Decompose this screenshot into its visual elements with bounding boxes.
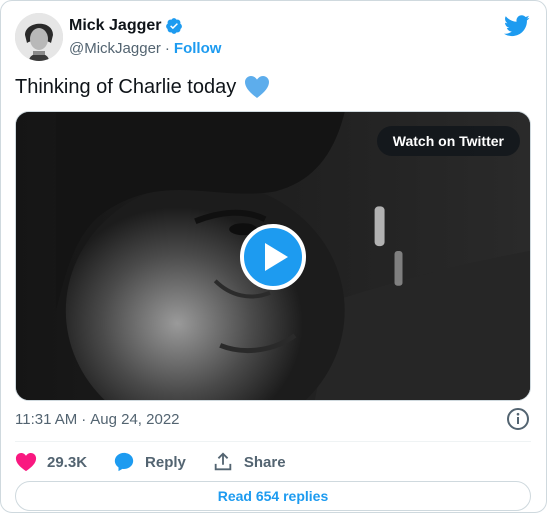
divider — [15, 441, 531, 442]
like-count: 29.3K — [47, 453, 88, 471]
share-icon — [214, 452, 232, 471]
read-replies-button[interactable]: Read 654 replies — [15, 481, 531, 511]
like-button[interactable]: 29.3K — [15, 451, 87, 473]
play-icon[interactable] — [240, 224, 306, 290]
reply-bubble-icon — [114, 452, 134, 472]
share-button[interactable]: Share — [212, 451, 286, 473]
share-label: Share — [243, 453, 286, 471]
tweet-date[interactable]: Aug 24, 2022 — [90, 411, 179, 428]
tweet-card: Mick Jagger @MickJagger · Follow Thinkin… — [0, 0, 547, 513]
author-handle[interactable]: @MickJagger — [69, 40, 161, 57]
action-bar: 29.3K Reply Share — [15, 448, 312, 476]
time-separator: · — [81, 411, 87, 428]
follow-button[interactable]: Follow — [174, 40, 222, 57]
blue-heart-icon — [245, 76, 270, 98]
watch-on-twitter-button[interactable]: Watch on Twitter — [376, 126, 520, 156]
twitter-bird-icon[interactable] — [504, 15, 530, 37]
video-player[interactable]: Watch on Twitter — [15, 111, 531, 401]
reply-button[interactable]: Reply — [113, 451, 186, 473]
handle-separator: · — [164, 40, 170, 57]
tweet-time[interactable]: 11:31 AM — [15, 411, 77, 428]
avatar[interactable] — [15, 13, 63, 61]
info-icon[interactable] — [506, 407, 530, 431]
avatar-photo — [15, 13, 63, 61]
verified-badge-icon — [166, 18, 183, 34]
author-name[interactable]: Mick Jagger — [69, 17, 161, 35]
heart-icon — [15, 453, 37, 472]
reply-label: Reply — [145, 453, 186, 471]
tweet-text: Thinking of Charlie today — [15, 75, 237, 98]
